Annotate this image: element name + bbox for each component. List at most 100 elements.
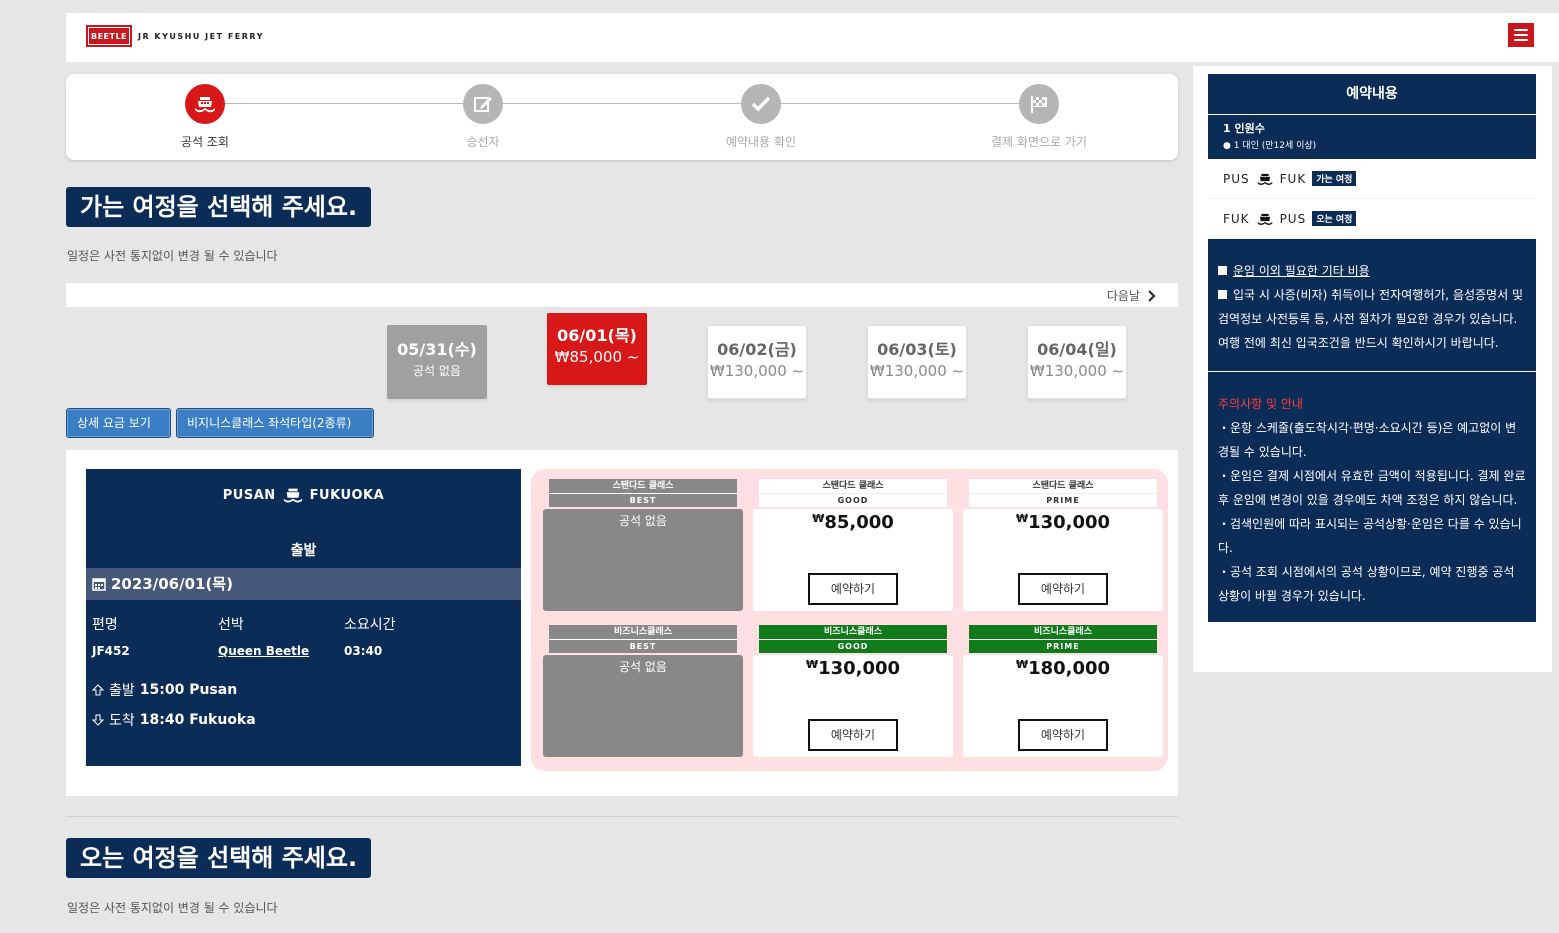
duration-header: 소요시간 <box>344 617 396 633</box>
return-section-title: 오는 여정을 선택해 주세요. <box>66 838 372 878</box>
arrival-prefix: 도착 <box>109 713 135 729</box>
date-option[interactable]: 06/02(금) ₩130,000 ~ <box>707 325 807 399</box>
date-option[interactable]: 06/03(토) ₩130,000 ~ <box>867 325 967 399</box>
step-confirm: 예약내용 확인 <box>691 84 831 150</box>
seat-tag: 비즈니스클래스 BEST <box>549 625 737 653</box>
book-button[interactable]: 예약하기 <box>1018 573 1108 605</box>
seat-body: ₩85,000 예약하기 <box>753 509 953 611</box>
seat-option-standard-best: 스탠다드 클래스 BEST 공석 없음 <box>543 479 743 611</box>
additional-fees-link[interactable]: 운임 이외 필요한 기타 비용 <box>1233 264 1370 278</box>
date-option[interactable]: 05/31(수) 공석 없음 <box>387 325 487 399</box>
book-button[interactable]: 예약하기 <box>808 719 898 751</box>
ship-name-link[interactable]: Queen Beetle <box>218 644 344 658</box>
seat-price: ₩130,000 <box>805 658 901 679</box>
notice-title: 주의사항 및 안내 <box>1218 397 1303 411</box>
outbound-schedule-note: 일정은 사전 통지없이 변경 될 수 있습니다 <box>67 249 278 263</box>
book-button[interactable]: 예약하기 <box>808 573 898 605</box>
brand-name: JR KYUSHU JET FERRY <box>138 31 264 41</box>
seat-option-standard-good: 스탠다드 클래스 GOOD ₩85,000 예약하기 <box>753 479 953 611</box>
route-destination: FUKUOKA <box>309 487 385 503</box>
booking-progress-stepper: 공석 조회 승선자 예약내용 확인 결제 화면으로 가기 <box>66 74 1178 160</box>
business-seat-type-button[interactable]: 비지니스클래스 좌석타입(2종류) <box>176 408 374 438</box>
flight-number: JF452 <box>92 644 130 658</box>
leg-origin: PUS <box>1223 171 1250 186</box>
ship-header: 선박 <box>218 617 244 633</box>
section-divider <box>66 816 1178 817</box>
summary-title: 예약내용 <box>1208 74 1536 114</box>
reservation-sidebar: 예약내용 1 인원수 ● 1 대인 (만12세 이상) PUS FUK 가는 여… <box>1193 66 1552 672</box>
chevron-right-icon <box>1148 289 1156 302</box>
site-header: BEETLE JR KYUSHU JET FERRY <box>66 13 1559 62</box>
arrival-time: 18:40 Fukuoka <box>139 712 256 728</box>
sold-out-text: 공석 없음 <box>543 509 743 611</box>
notice-item: ・검색인원에 따라 표시되는 공석상황·운임은 다를 수 있습니다. <box>1218 517 1522 555</box>
date-option-price: ₩130,000 ~ <box>1029 362 1125 380</box>
seat-tag: 스탠다드 클래스 GOOD <box>759 479 947 507</box>
edit-icon <box>463 84 503 124</box>
passenger-count: 1 인원수 ● 1 대인 (만12세 이상) <box>1208 114 1536 159</box>
additional-fees-text: 입국 시 사증(비자) 취득이나 전자여행허가, 음성증명서 및 검역정보 사전… <box>1218 288 1523 350</box>
step-label: 공석 조회 <box>181 135 229 149</box>
seat-class-label: 비즈니스클래스 <box>969 625 1157 639</box>
leg-badge: 가는 여정 <box>1312 171 1357 186</box>
route: PUSAN FUKUOKA <box>86 485 521 505</box>
ship-icon <box>283 488 302 503</box>
seat-price: ₩85,000 <box>812 512 894 533</box>
seat-tag: 스탠다드 클래스 BEST <box>549 479 737 507</box>
sailing-panel: PUSAN FUKUOKA 출발 2023/06/01(목) 편명 선박 소요시… <box>66 450 1178 796</box>
seat-grade-label: GOOD <box>759 639 947 653</box>
route-origin: PUSAN <box>222 487 276 503</box>
check-icon <box>741 84 781 124</box>
date-option-price: ₩85,000 ~ <box>554 348 640 366</box>
departure-heading: 출발 <box>290 543 317 559</box>
leg-destination: FUK <box>1279 171 1307 186</box>
fare-detail-button[interactable]: 상세 요금 보기 <box>66 408 171 438</box>
checkered-flag-icon <box>1019 84 1059 124</box>
seat-option-business-prime: 비즈니스클래스 PRIME ₩180,000 예약하기 <box>963 625 1163 757</box>
date-option-price: 공석 없음 <box>413 364 461 378</box>
step-label: 승선자 <box>466 135 500 149</box>
outbound-section-title: 가는 여정을 선택해 주세요. <box>66 187 372 227</box>
notice-item: ・운임은 결제 시점에서 유효한 금액이 적용됩니다. 결제 완료 후 운임에 … <box>1218 469 1526 507</box>
leg-destination: PUS <box>1279 211 1307 226</box>
leg-origin: FUK <box>1223 211 1250 226</box>
seat-grade-label: PRIME <box>969 493 1157 507</box>
stepper-line <box>206 103 1041 104</box>
date-option-date: 06/01(목) <box>557 326 637 345</box>
return-schedule-note: 일정은 사전 통지없이 변경 될 수 있습니다 <box>67 901 278 915</box>
seat-option-business-best: 비즈니스클래스 BEST 공석 없음 <box>543 625 743 757</box>
reservation-summary: 예약내용 1 인원수 ● 1 대인 (만12세 이상) PUS FUK 가는 여… <box>1208 74 1536 622</box>
step-seat-search: 공석 조회 <box>135 84 275 150</box>
book-button[interactable]: 예약하기 <box>1018 719 1108 751</box>
date-option-date: 06/02(금) <box>717 340 797 359</box>
hamburger-menu-button[interactable] <box>1508 23 1534 47</box>
seat-option-standard-prime: 스탠다드 클래스 PRIME ₩130,000 예약하기 <box>963 479 1163 611</box>
date-option[interactable]: 06/04(일) ₩130,000 ~ <box>1027 325 1127 399</box>
seat-class-grid: 스탠다드 클래스 BEST 공석 없음 스탠다드 클래스 GOOD ₩85,00… <box>531 469 1168 771</box>
seat-tag: 비즈니스클래스 PRIME <box>969 625 1157 653</box>
seat-tag: 스탠다드 클래스 PRIME <box>969 479 1157 507</box>
date-option-date: 06/04(일) <box>1037 340 1117 359</box>
seat-grade-label: BEST <box>549 639 737 653</box>
seat-class-label: 비즈니스클래스 <box>549 625 737 639</box>
date-option-date: 06/03(토) <box>877 340 957 359</box>
seat-price: ₩180,000 <box>1015 658 1111 679</box>
date-option-price: ₩130,000 ~ <box>709 362 805 380</box>
ship-icon <box>1257 173 1272 185</box>
flight-header: 편명 <box>92 617 118 633</box>
notice-item: ・운항 스케줄(출도착시각·편명·소요시간 등)은 예고없이 변경될 수 있습니… <box>1218 421 1517 459</box>
date-option-selected[interactable]: 06/01(목) ₩85,000 ~ <box>547 313 647 385</box>
seat-class-label: 스탠다드 클래스 <box>549 479 737 493</box>
next-day-label: 다음날 <box>1106 289 1140 303</box>
step-label: 결제 화면으로 가기 <box>991 135 1087 149</box>
seat-grade-label: BEST <box>549 493 737 507</box>
seat-body: ₩130,000 예약하기 <box>963 509 1163 611</box>
seat-class-label: 스탠다드 클래스 <box>969 479 1157 493</box>
next-day-link[interactable]: 다음날 <box>1107 287 1156 304</box>
departure-time-row: 출발 15:00 Pusan <box>86 680 521 700</box>
leg-return: FUK PUS 오는 여정 <box>1208 199 1536 239</box>
departure-icon <box>92 684 104 696</box>
notice-item: ・공석 조회 시점에서의 공석 상황이므로, 예약 진행중 공석 상황이 바뀔 … <box>1218 565 1515 603</box>
brand-logo[interactable]: BEETLE JR KYUSHU JET FERRY <box>86 25 264 47</box>
passenger-count-total: 1 인원수 <box>1223 122 1265 135</box>
